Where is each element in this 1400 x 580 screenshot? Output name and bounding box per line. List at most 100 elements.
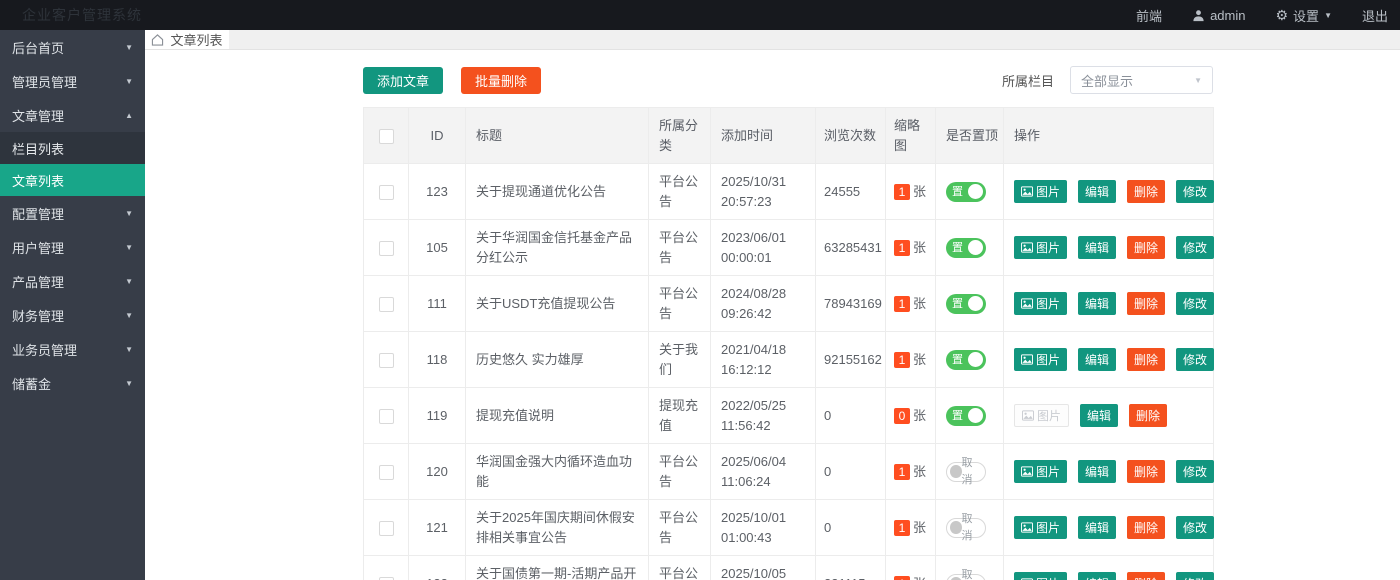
- cell-category: 平台公告: [649, 500, 711, 556]
- chevron-up-icon: ▲: [125, 111, 133, 120]
- sidebar-item-admin[interactable]: 管理员管理▼: [0, 64, 145, 98]
- delete-button[interactable]: 删除: [1127, 236, 1165, 259]
- table-header-row: ID 标题 所属分类 添加时间 浏览次数 缩略图 是否置顶 操作: [364, 108, 1214, 164]
- sidebar-item-home[interactable]: 后台首页▼: [0, 30, 145, 64]
- select-all-checkbox[interactable]: [379, 129, 394, 144]
- edit-button[interactable]: 编辑: [1078, 348, 1116, 371]
- delete-button[interactable]: 删除: [1129, 404, 1167, 427]
- thumbnail-unit-label: 张: [913, 520, 926, 535]
- cell-added-time: 2022/05/25 11:56:42: [711, 388, 816, 444]
- pin-toggle[interactable]: 置: [946, 294, 986, 314]
- cell-category: 提现充值: [649, 388, 711, 444]
- row-checkbox[interactable]: [379, 185, 394, 200]
- modify-button[interactable]: 修改: [1176, 460, 1214, 483]
- modify-button[interactable]: 修改: [1176, 348, 1214, 371]
- logout-link[interactable]: 退出: [1362, 6, 1388, 25]
- image-button-label: 图片: [1036, 519, 1060, 536]
- edit-button[interactable]: 编辑: [1078, 572, 1116, 580]
- delete-button[interactable]: 删除: [1127, 516, 1165, 539]
- sidebar-item-product[interactable]: 产品管理▼: [0, 264, 145, 298]
- cell-thumbnail: 1张: [886, 276, 936, 332]
- user-menu[interactable]: admin: [1192, 8, 1245, 23]
- pin-toggle[interactable]: 取消: [946, 462, 986, 482]
- pin-toggle[interactable]: 置: [946, 238, 986, 258]
- pin-toggle[interactable]: 置: [946, 350, 986, 370]
- table-row: 123关于提现通道优化公告平台公告2025/10/31 20:57:232455…: [364, 164, 1214, 220]
- cell-id: 120: [409, 444, 466, 500]
- cell-pinned: 取消: [936, 556, 1004, 580]
- row-checkbox[interactable]: [379, 353, 394, 368]
- filter-label: 所属栏目: [1002, 71, 1054, 90]
- image-button[interactable]: 图片: [1014, 460, 1067, 483]
- cell-thumbnail: 1张: [886, 556, 936, 580]
- modify-button[interactable]: 修改: [1176, 516, 1214, 539]
- settings-menu[interactable]: ⚙ 设置 ▼: [1275, 6, 1332, 25]
- sidebar-item-salesman[interactable]: 业务员管理▼: [0, 332, 145, 366]
- edit-button[interactable]: 编辑: [1078, 516, 1116, 539]
- cell-id: 105: [409, 220, 466, 276]
- modify-button[interactable]: 修改: [1176, 292, 1214, 315]
- pin-toggle[interactable]: 置: [946, 182, 986, 202]
- edit-button[interactable]: 编辑: [1078, 460, 1116, 483]
- pin-toggle[interactable]: 取消: [946, 574, 986, 580]
- edit-button[interactable]: 编辑: [1078, 180, 1116, 203]
- image-button-label: 图片: [1036, 239, 1060, 256]
- cell-title: 关于国债第一期-活期产品开放认购事宜: [466, 556, 649, 580]
- sidebar-item-article[interactable]: 文章管理▲: [0, 98, 145, 132]
- delete-button[interactable]: 删除: [1127, 572, 1165, 580]
- image-button[interactable]: 图片: [1014, 516, 1067, 539]
- cell-actions: 图片 编辑删除修改: [1004, 220, 1214, 276]
- modify-button[interactable]: 修改: [1176, 572, 1214, 580]
- image-icon: [1021, 466, 1033, 477]
- cell-title: 历史悠久 实力雄厚: [466, 332, 649, 388]
- cell-id: 119: [409, 388, 466, 444]
- thumbnail-count-badge: 1: [894, 520, 910, 536]
- chevron-down-icon: ▼: [1324, 11, 1332, 20]
- modify-button[interactable]: 修改: [1176, 180, 1214, 203]
- add-article-button[interactable]: 添加文章: [363, 67, 443, 94]
- row-checkbox[interactable]: [379, 297, 394, 312]
- cell-checkbox: [364, 388, 409, 444]
- table-row: 121关于2025年国庆期间休假安排相关事宜公告平台公告2025/10/01 0…: [364, 500, 1214, 556]
- pin-toggle[interactable]: 置: [946, 406, 986, 426]
- cell-actions: 图片 编辑删除修改: [1004, 276, 1214, 332]
- cell-views: 78943169: [816, 276, 886, 332]
- row-checkbox[interactable]: [379, 521, 394, 536]
- row-checkbox[interactable]: [379, 409, 394, 424]
- frontend-link[interactable]: 前端: [1136, 6, 1162, 25]
- row-checkbox[interactable]: [379, 241, 394, 256]
- delete-button[interactable]: 删除: [1127, 292, 1165, 315]
- sidebar-item-user[interactable]: 用户管理▼: [0, 230, 145, 264]
- image-button[interactable]: 图片: [1014, 572, 1067, 580]
- edit-button[interactable]: 编辑: [1078, 292, 1116, 315]
- edit-button[interactable]: 编辑: [1080, 404, 1118, 427]
- sidebar-item-column-list[interactable]: 栏目列表: [0, 132, 145, 164]
- sidebar-item-config[interactable]: 配置管理▼: [0, 196, 145, 230]
- modify-button[interactable]: 修改: [1176, 236, 1214, 259]
- image-button-label: 图片: [1036, 295, 1060, 312]
- delete-button[interactable]: 删除: [1127, 180, 1165, 203]
- sidebar-item-label: 配置管理: [12, 204, 64, 223]
- header-actions: 操作: [1004, 108, 1214, 164]
- cell-pinned: 置: [936, 164, 1004, 220]
- header-added-time: 添加时间: [711, 108, 816, 164]
- row-checkbox[interactable]: [379, 465, 394, 480]
- cell-views: 24555: [816, 164, 886, 220]
- sidebar-item-label: 用户管理: [12, 238, 64, 257]
- image-button[interactable]: 图片: [1014, 292, 1067, 315]
- cell-actions: 图片 编辑 删除 修改: [1004, 556, 1214, 580]
- sidebar-item-article-list[interactable]: 文章列表: [0, 164, 145, 196]
- image-button[interactable]: 图片: [1014, 180, 1067, 203]
- image-button[interactable]: 图片: [1014, 348, 1067, 371]
- edit-button[interactable]: 编辑: [1078, 236, 1116, 259]
- sidebar-item-savings[interactable]: 储蓄金▼: [0, 366, 145, 400]
- batch-delete-button[interactable]: 批量删除: [461, 67, 541, 94]
- image-button[interactable]: 图片: [1014, 236, 1067, 259]
- pin-toggle[interactable]: 取消: [946, 518, 986, 538]
- tab-article-list[interactable]: 文章列表: [145, 30, 229, 49]
- delete-button[interactable]: 删除: [1127, 460, 1165, 483]
- header-category: 所属分类: [649, 108, 711, 164]
- delete-button[interactable]: 删除: [1127, 348, 1165, 371]
- category-select[interactable]: 全部显示 ▼: [1070, 66, 1213, 94]
- sidebar-item-finance[interactable]: 财务管理▼: [0, 298, 145, 332]
